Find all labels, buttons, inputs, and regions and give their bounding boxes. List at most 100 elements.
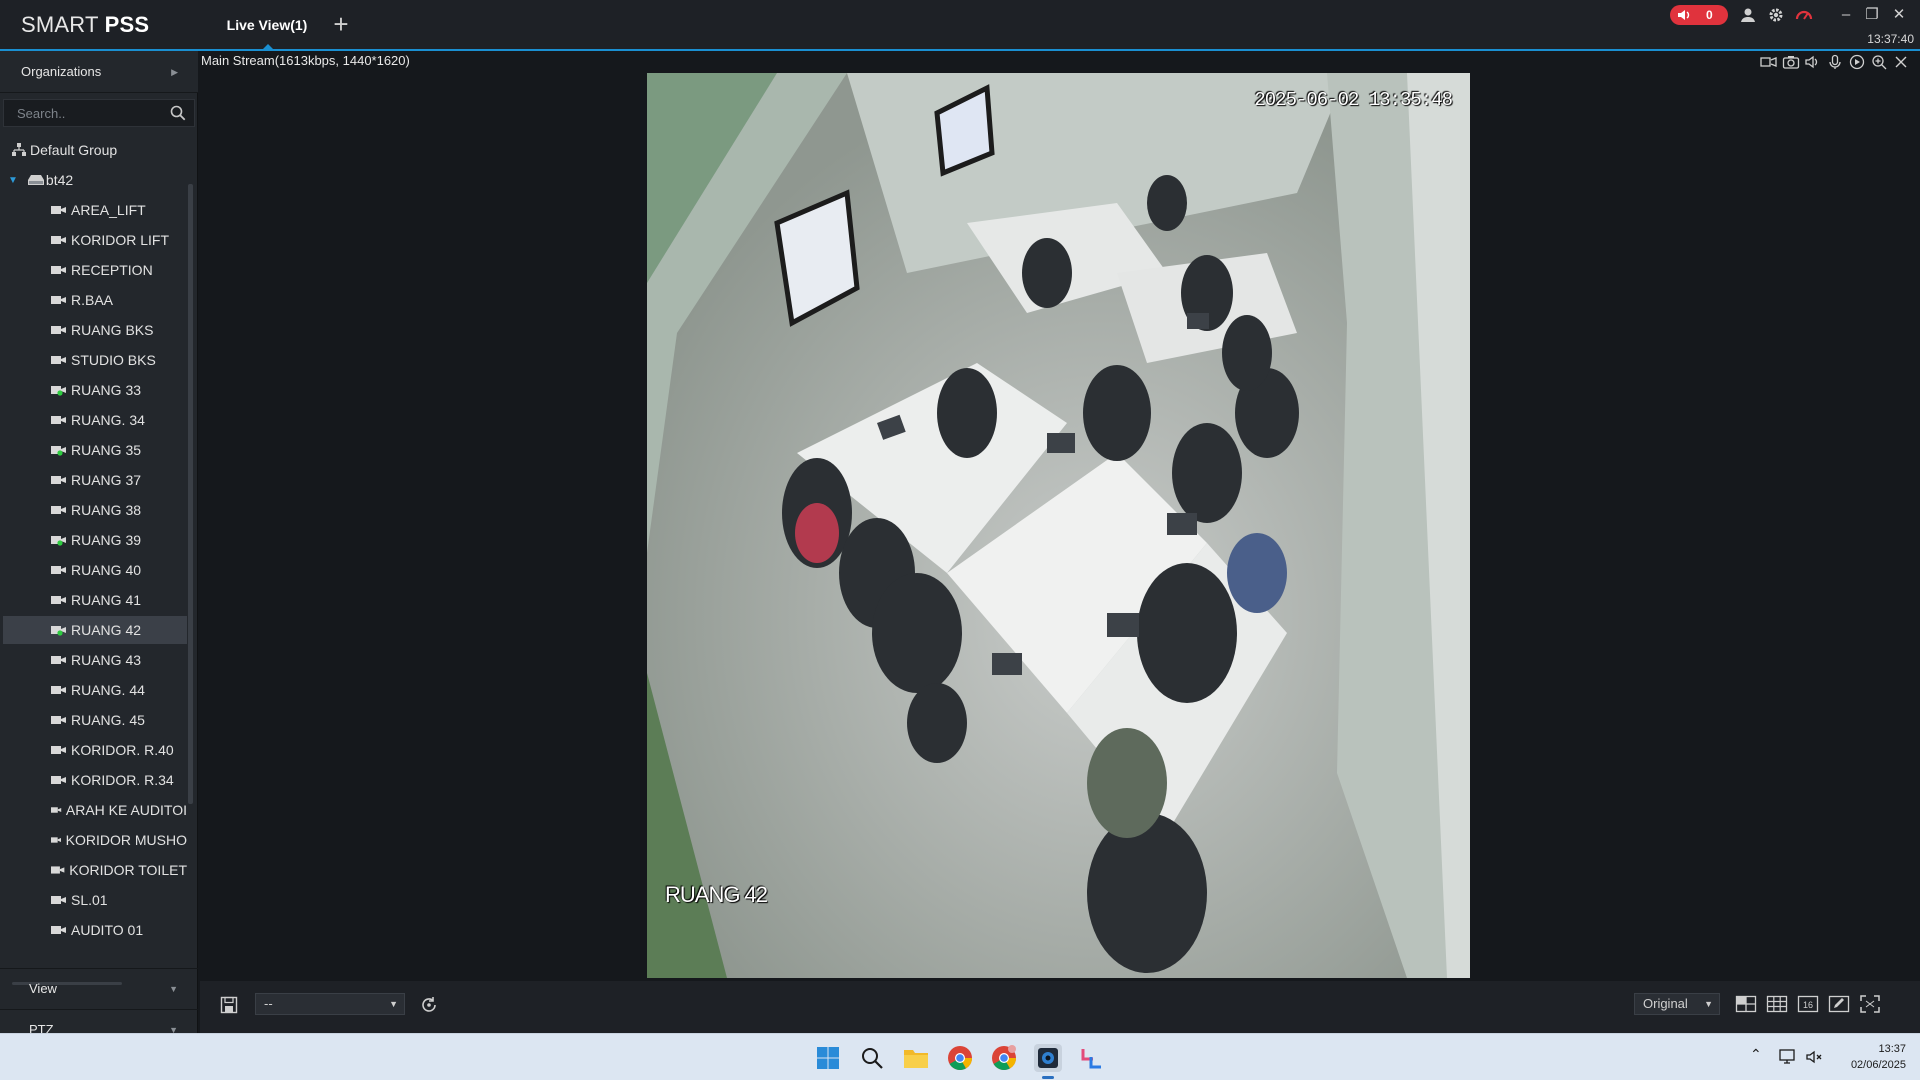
camera-item[interactable]: RUANG 35: [3, 436, 187, 464]
add-tab-button[interactable]: +: [328, 11, 354, 38]
camera-label: RUANG 41: [71, 592, 142, 608]
camera-icon: [51, 686, 66, 694]
file-explorer-icon[interactable]: [902, 1044, 930, 1072]
camera-online-icon: [51, 386, 66, 396]
camera-icon: [51, 476, 66, 484]
smartpss-app-icon[interactable]: [1034, 1044, 1062, 1072]
camera-label: KORIDOR MUSHO: [65, 832, 187, 848]
record-icon[interactable]: [1848, 54, 1866, 70]
camera-item[interactable]: SL.01: [3, 886, 187, 914]
camera-item[interactable]: RUANG 40: [3, 556, 187, 584]
camera-item[interactable]: RECEPTION: [3, 256, 187, 284]
minimize-button[interactable]: –: [1836, 5, 1856, 25]
camera-item[interactable]: RUANG 37: [3, 466, 187, 494]
camera-icon: [51, 866, 65, 874]
camera-online-icon: [51, 446, 66, 456]
camera-item[interactable]: ARAH KE AUDITOI: [3, 796, 187, 824]
volume-muted-icon[interactable]: [1805, 1048, 1823, 1066]
camera-item[interactable]: RUANG 33: [3, 376, 187, 404]
expand-triangle-icon[interactable]: ▼: [8, 175, 18, 186]
camera-item[interactable]: RUANG 43: [3, 646, 187, 674]
view-label: View: [29, 981, 57, 996]
camera-item[interactable]: KORIDOR MUSHO: [3, 826, 187, 854]
windows-start-icon[interactable]: [814, 1044, 842, 1072]
camera-icon: [51, 837, 61, 843]
video-window[interactable]: Main Stream(1613kbps, 1440*1620) 2025-06…: [200, 51, 1920, 980]
close-button[interactable]: ✕: [1889, 5, 1909, 25]
close-video-icon[interactable]: [1892, 54, 1910, 70]
camera-label: KORIDOR. R.34: [71, 772, 174, 788]
view-select[interactable]: -- ▼: [255, 993, 405, 1015]
camera-icon: [51, 266, 66, 274]
camera-item[interactable]: RUANG 38: [3, 496, 187, 524]
camera-item[interactable]: STUDIO BKS: [3, 346, 187, 374]
camera-label: STUDIO BKS: [71, 352, 156, 368]
organizations-header[interactable]: Organizations ▶: [0, 51, 198, 93]
device-label: bt42: [45, 172, 74, 188]
speaker-icon: [1678, 10, 1690, 20]
layout-9-split-icon[interactable]: [1766, 994, 1788, 1014]
camera-icon: [51, 746, 66, 754]
taskbar-date: 02/06/2025: [1850, 1059, 1906, 1071]
camera-icon: [51, 566, 66, 574]
camera-item[interactable]: RUANG. 34: [3, 406, 187, 434]
camera-label: AREA_LIFT: [71, 202, 146, 218]
aspect-ratio-value: Original: [1643, 996, 1688, 1011]
taskbar-clock[interactable]: 13:37 02/06/2025: [1851, 1041, 1906, 1073]
camera-item[interactable]: RUANG. 45: [3, 706, 187, 734]
refresh-icon[interactable]: [419, 995, 439, 1015]
user-icon[interactable]: [1739, 6, 1757, 24]
camera-label: RUANG 43: [71, 652, 142, 668]
gear-icon[interactable]: [1767, 6, 1785, 24]
camera-item[interactable]: RUANG BKS: [3, 316, 187, 344]
digital-zoom-icon[interactable]: [1870, 54, 1888, 70]
layout-4-split-icon[interactable]: [1735, 994, 1757, 1014]
show-hidden-icons-chevron[interactable]: ⌃: [1750, 1046, 1762, 1063]
camera-item[interactable]: AREA_LIFT: [3, 196, 187, 224]
camera-item[interactable]: AUDITO 01: [3, 916, 187, 944]
snapshot-camera-icon[interactable]: [1782, 54, 1800, 70]
camera-item[interactable]: KORIDOR. R.34: [3, 766, 187, 794]
camera-icon: [51, 356, 66, 364]
video-stream-icon[interactable]: [1760, 54, 1778, 70]
title-bar: SMART PSS Live View(1) + 0 – ❐ ✕ 13:37:4…: [0, 0, 1920, 51]
custom-layout-edit-icon[interactable]: [1828, 994, 1850, 1014]
snipping-tool-icon[interactable]: [1078, 1044, 1106, 1072]
restore-button[interactable]: ❐: [1862, 5, 1882, 25]
camera-video-feed[interactable]: 2025-06-02 13:35:48 RUANG 42: [647, 73, 1470, 978]
chrome-icon[interactable]: [946, 1044, 974, 1072]
camera-item[interactable]: RUANG 41: [3, 586, 187, 614]
taskbar-search-icon[interactable]: [858, 1044, 886, 1072]
search-input[interactable]: [4, 100, 164, 126]
save-view-icon[interactable]: [220, 996, 238, 1014]
performance-gauge-icon[interactable]: [1795, 6, 1813, 24]
camera-name-overlay: RUANG 42: [665, 882, 768, 907]
tree-scrollbar[interactable]: [188, 184, 193, 804]
network-icon[interactable]: [1779, 1048, 1797, 1066]
taskbar-time: 13:37: [1878, 1043, 1906, 1055]
camera-item[interactable]: RUANG 42: [3, 616, 187, 644]
alarm-badge[interactable]: 0: [1670, 5, 1728, 25]
layout-16-split-icon[interactable]: 16: [1797, 994, 1819, 1014]
tree-default-group[interactable]: Default Group: [3, 136, 187, 164]
tab-live-view[interactable]: Live View(1): [222, 0, 312, 50]
microphone-icon[interactable]: [1826, 54, 1844, 70]
chrome-profile-icon[interactable]: [990, 1044, 1018, 1072]
fullscreen-icon[interactable]: [1859, 994, 1881, 1014]
camera-label: KORIDOR LIFT: [71, 232, 170, 248]
camera-icon: [51, 716, 66, 724]
view-panel-header[interactable]: View ▼: [0, 968, 198, 1008]
camera-item[interactable]: KORIDOR. R.40: [3, 736, 187, 764]
camera-item[interactable]: KORIDOR TOILET: [3, 856, 187, 884]
camera-label: AUDITO 01: [71, 922, 144, 938]
camera-item[interactable]: RUANG 39: [3, 526, 187, 554]
video-toolbar: [1760, 54, 1910, 70]
camera-item[interactable]: RUANG. 44: [3, 676, 187, 704]
aspect-ratio-select[interactable]: Original ▼: [1634, 993, 1720, 1015]
search-icon[interactable]: [170, 105, 186, 121]
tree-device-bt42[interactable]: ▼ bt42: [3, 166, 187, 194]
os-taskbar: ⌃ 13:37 02/06/2025: [0, 1033, 1920, 1080]
camera-item[interactable]: KORIDOR LIFT: [3, 226, 187, 254]
camera-item[interactable]: R.BAA: [3, 286, 187, 314]
audio-speaker-icon[interactable]: [1804, 54, 1822, 70]
